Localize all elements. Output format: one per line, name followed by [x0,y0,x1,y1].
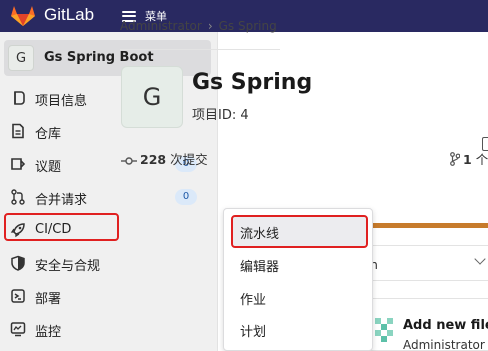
sidebar-item-monitor[interactable]: 监控 [0,314,218,344]
sidebar-item-label: 部署 [35,292,62,307]
breadcrumb-root[interactable]: Administrator [120,19,202,33]
project-name: Gs Spring Boot [44,50,154,65]
project-avatar: G [8,45,34,71]
project-title: Gs Spring [192,70,313,95]
commits-count: 228 [140,152,167,167]
issues-icon [11,158,26,170]
menu-item-schedules[interactable]: 计划 [240,321,266,340]
ci-cd-highlight-box [4,213,119,241]
branch-dropdown[interactable] [369,245,488,281]
branches-count: 1 [463,152,472,167]
commit-title[interactable]: Add new file [403,318,488,333]
branch-icon [450,152,461,166]
breadcrumb: Administrator › Gs Spring [120,19,277,33]
menu-item-jobs[interactable]: 作业 [240,289,266,308]
menu-item-editor[interactable]: 编辑器 [240,256,279,275]
commits-label: 次提交 [170,152,208,167]
branches-stat[interactable]: 1 个 [450,149,488,168]
project-large-avatar: G [121,66,183,128]
gitlab-logo-icon[interactable] [10,3,36,27]
sidebar-item-label: 监控 [35,325,62,340]
shield-icon [11,255,25,271]
ci-cd-flyout-menu: 流水线 编辑器 作业 计划 [223,208,373,351]
sidebar-item-label: 仓库 [35,127,62,142]
chevron-right-icon: › [207,19,213,33]
document-icon [12,123,24,139]
sidebar-item-label: 安全与合规 [35,259,101,274]
merge-requests-count-badge: 0 [175,189,197,205]
brand-name[interactable]: GitLab [44,5,94,25]
sidebar-item-label: 项目信息 [35,94,88,109]
sidebar-item-security[interactable]: 安全与合规 [0,248,218,278]
commit-author[interactable]: Administrator [403,338,485,351]
monitor-icon [10,322,26,337]
breadcrumb-current[interactable]: Gs Spring [219,19,277,33]
info-icon [14,91,25,105]
sidebar-item-project-info[interactable]: 项目信息 [0,83,218,113]
commits-stat[interactable]: 228 次提交 [121,149,208,168]
language-bar [369,223,488,228]
avatar[interactable] [373,316,395,346]
sidebar: G Gs Spring Boot 项目信息 仓库 议题 0 合并请求 0 CI/… [0,32,218,351]
sidebar-item-deployments[interactable]: 部署 [0,281,218,311]
sidebar-item-label: 议题 [35,160,62,175]
menu-item-pipelines[interactable]: 流水线 [240,223,279,242]
sidebar-item-merge-requests[interactable]: 合并请求 0 [0,182,218,212]
deploy-icon [11,289,25,303]
commit-icon [121,157,137,165]
sidebar-item-label: 合并请求 [35,193,88,208]
branches-label: 个 [475,152,488,167]
divider [120,49,280,50]
project-id: 项目ID: 4 [192,108,249,123]
merge-request-icon [11,189,25,205]
sidebar-item-repository[interactable]: 仓库 [0,116,218,146]
